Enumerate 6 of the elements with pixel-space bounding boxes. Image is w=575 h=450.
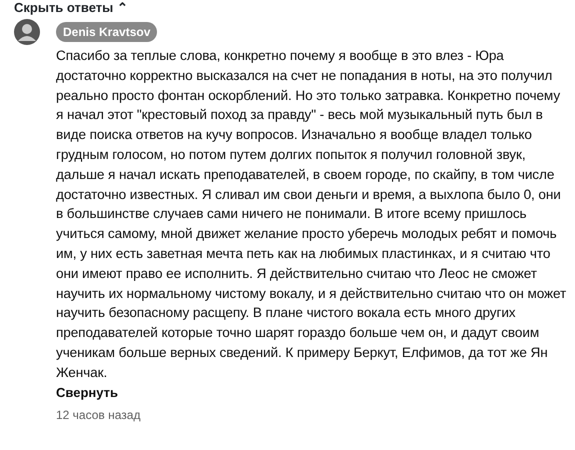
comment-text: Спасибо за теплые слова, конкретно почему я вообще в это влез - Юра достаточно корректно высказался на счет не попадания в ноты, на это получил реально просто фонтан оскорблений. Но это только затравка. Конкретно почему я начал этот "крестовый поход за правду" - весь мой музыкальный путь был в виде поиска ответов на кучу вопросов. Изначально я вообще владел только грудным голосом, но потом путем долгих попыток я получил головной звук, дальше я начал искать преподавателей, в своем городе, по скайпу, в том числе достаточно известных. Я сливал им свои деньги и время, а выхлопа было 0, они в большинстве случаев сами ничего не понимали. В итоге всему пришлось учиться самому, мной движет желание просто уберечь молодых ребят и помочь им, у них есть заветная мечта петь как на любимых пластинках, и я считаю что они имеют право ее исполнить. Я действительно считаю что Леос не сможет научить их нормальному чистому вокалу, и я действительно считаю что он может научить безопасному расщепу. В плане чистого вокала есть много других преподавателей которые точно шарят гораздо больше чем он, и дадут своим ученикам больше верных сведений. К примеру Беркут, Елфимов, да тот же Ян Женчак. <box>56 47 567 382</box>
avatar-icon[interactable] <box>14 19 40 45</box>
author-name[interactable]: Denis Kravtsov <box>56 22 158 42</box>
collapse-button[interactable]: Свернуть <box>56 382 118 402</box>
hide-replies-link[interactable]: Скрыть ответы ⌃ <box>14 0 128 15</box>
comment-time[interactable]: 12 часов назад <box>56 406 140 424</box>
